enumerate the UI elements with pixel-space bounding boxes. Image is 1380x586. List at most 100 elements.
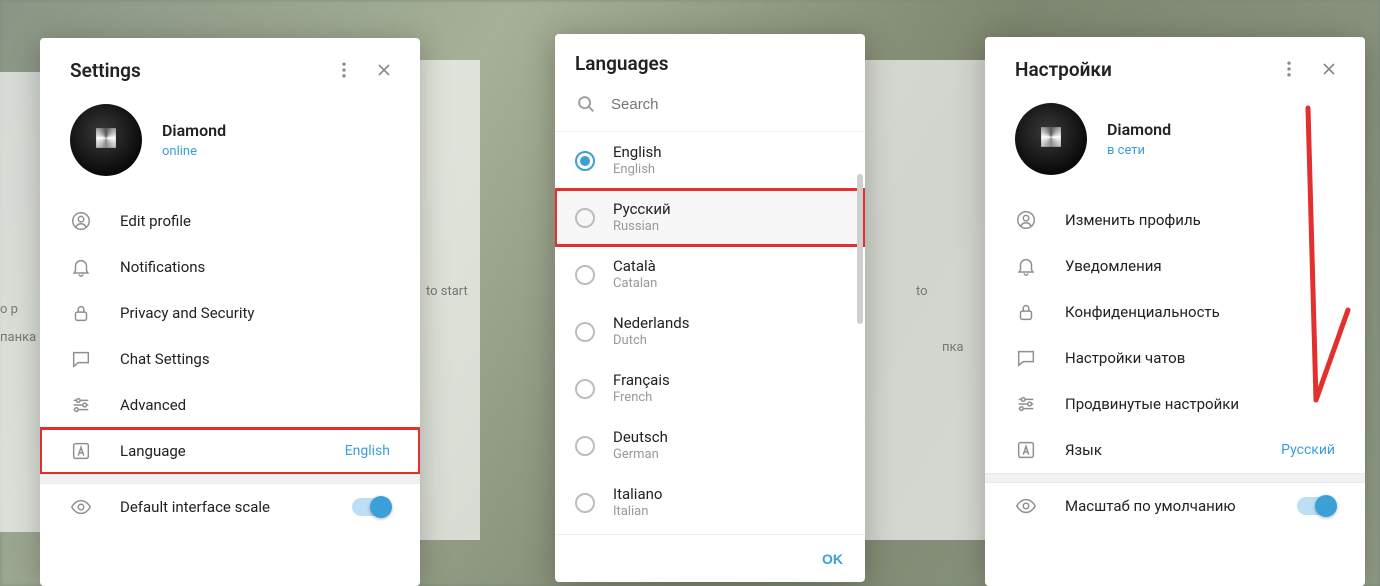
settings-title-ru: Настройки — [1015, 58, 1112, 81]
language-native: Català — [613, 257, 657, 276]
settings-header: Settings — [40, 38, 420, 98]
menu-item-bell[interactable]: Notifications — [40, 244, 420, 290]
eye-icon — [70, 496, 92, 518]
menu-item-sliders[interactable]: Advanced — [40, 382, 420, 428]
menu-item-label: Уведомления — [1065, 257, 1335, 275]
settings-title: Settings — [70, 59, 141, 82]
radio-icon — [575, 265, 595, 285]
languages-header: Languages — [555, 34, 865, 81]
menu-item-lang[interactable]: Язык Русский — [985, 427, 1365, 473]
languages-panel: Languages EnglishEnglishРусскийRussianCa… — [555, 34, 865, 582]
menu-item-user[interactable]: Edit profile — [40, 198, 420, 244]
settings-menu-ru: Изменить профиль Уведомления Конфиденциаль… — [985, 197, 1365, 473]
menu-item-label: Продвинутые настройки — [1065, 395, 1335, 413]
radio-icon — [575, 322, 595, 342]
bell-icon — [70, 256, 92, 278]
language-option[interactable]: ItalianoItalian — [555, 474, 865, 531]
language-native: Nederlands — [613, 314, 689, 333]
search-input[interactable] — [611, 96, 845, 113]
language-native: English — [613, 143, 662, 162]
profile-name: Diamond — [162, 121, 226, 140]
chat-icon — [1015, 347, 1037, 369]
profile-block[interactable]: Diamond online — [40, 98, 420, 198]
settings-panel-english: Settings Diamond online Edit profile Noti… — [40, 38, 420, 586]
radio-icon — [575, 379, 595, 399]
profile-block-ru[interactable]: Diamond в сети — [985, 97, 1365, 197]
language-option[interactable]: NederlandsDutch — [555, 303, 865, 360]
settings-panel-russian: Настройки Diamond в сети Изменить профил… — [985, 37, 1365, 586]
radio-icon — [575, 151, 595, 171]
chat-icon — [70, 348, 92, 370]
menu-item-lock[interactable]: Privacy and Security — [40, 290, 420, 336]
language-search-row — [555, 81, 865, 132]
menu-item-label: Chat Settings — [120, 350, 390, 368]
bell-icon — [1015, 255, 1037, 277]
close-icon[interactable] — [372, 58, 396, 82]
sliders-icon — [70, 394, 92, 416]
radio-icon — [575, 493, 595, 513]
menu-item-label: Настройки чатов — [1065, 349, 1335, 367]
more-icon[interactable] — [1277, 57, 1301, 81]
menu-item-chat[interactable]: Настройки чатов — [985, 335, 1365, 381]
menu-item-lang[interactable]: Language English — [40, 428, 420, 474]
menu-item-sliders[interactable]: Продвинутые настройки — [985, 381, 1365, 427]
avatar — [70, 104, 142, 176]
scale-label: Default interface scale — [120, 498, 324, 516]
menu-item-value: English — [345, 443, 390, 459]
default-scale-row-ru[interactable]: Масштаб по умолчанию — [985, 483, 1365, 529]
user-icon — [70, 210, 92, 232]
menu-item-bell[interactable]: Уведомления — [985, 243, 1365, 289]
languages-footer: OK — [555, 534, 865, 582]
menu-item-label: Edit profile — [120, 212, 390, 230]
language-native: Français — [613, 371, 670, 390]
radio-icon — [575, 436, 595, 456]
lock-icon — [70, 302, 92, 324]
menu-item-label: Конфиденциальность — [1065, 303, 1335, 321]
scale-label-ru: Масштаб по умолчанию — [1065, 497, 1269, 515]
eye-icon — [1015, 495, 1037, 517]
language-list[interactable]: EnglishEnglishРусскийRussianCatalàCatala… — [555, 132, 865, 534]
profile-name-ru: Diamond — [1107, 120, 1171, 139]
language-option[interactable]: FrançaisFrench — [555, 360, 865, 417]
menu-item-lock[interactable]: Конфиденциальность — [985, 289, 1365, 335]
language-native: Deutsch — [613, 428, 668, 447]
language-native: Русский — [613, 200, 671, 219]
lock-icon — [1015, 301, 1037, 323]
scale-toggle[interactable] — [352, 498, 390, 516]
search-icon — [575, 93, 597, 115]
more-icon[interactable] — [332, 58, 356, 82]
language-english: Russian — [613, 219, 671, 235]
radio-icon — [575, 208, 595, 228]
close-icon[interactable] — [1317, 57, 1341, 81]
scrollbar[interactable] — [857, 174, 863, 514]
menu-item-value: Русский — [1281, 442, 1335, 458]
language-english: French — [613, 390, 670, 406]
sliders-icon — [1015, 393, 1037, 415]
language-option[interactable]: EnglishEnglish — [555, 132, 865, 189]
language-english: Dutch — [613, 333, 689, 349]
menu-item-label: Language — [120, 442, 317, 460]
menu-item-label: Изменить профиль — [1065, 211, 1335, 229]
language-native: Italiano — [613, 485, 662, 504]
default-scale-row[interactable]: Default interface scale — [40, 484, 420, 530]
language-option[interactable]: DeutschGerman — [555, 417, 865, 474]
language-english: Italian — [613, 504, 662, 520]
scale-toggle-ru[interactable] — [1297, 497, 1335, 515]
lang-icon — [70, 440, 92, 462]
settings-menu: Edit profile Notifications Privacy and Sec… — [40, 198, 420, 474]
language-english: English — [613, 162, 662, 178]
language-english: German — [613, 447, 668, 463]
language-option[interactable]: CatalàCatalan — [555, 246, 865, 303]
ok-button[interactable]: OK — [822, 551, 843, 567]
menu-item-chat[interactable]: Chat Settings — [40, 336, 420, 382]
settings-header-ru: Настройки — [985, 37, 1365, 97]
profile-status-ru: в сети — [1107, 143, 1171, 158]
languages-title: Languages — [575, 52, 669, 75]
language-option[interactable]: РусскийRussian — [555, 189, 865, 246]
profile-status: online — [162, 144, 226, 159]
menu-item-user[interactable]: Изменить профиль — [985, 197, 1365, 243]
menu-item-label: Язык — [1065, 441, 1253, 459]
lang-icon — [1015, 439, 1037, 461]
avatar — [1015, 103, 1087, 175]
menu-item-label: Privacy and Security — [120, 304, 390, 322]
